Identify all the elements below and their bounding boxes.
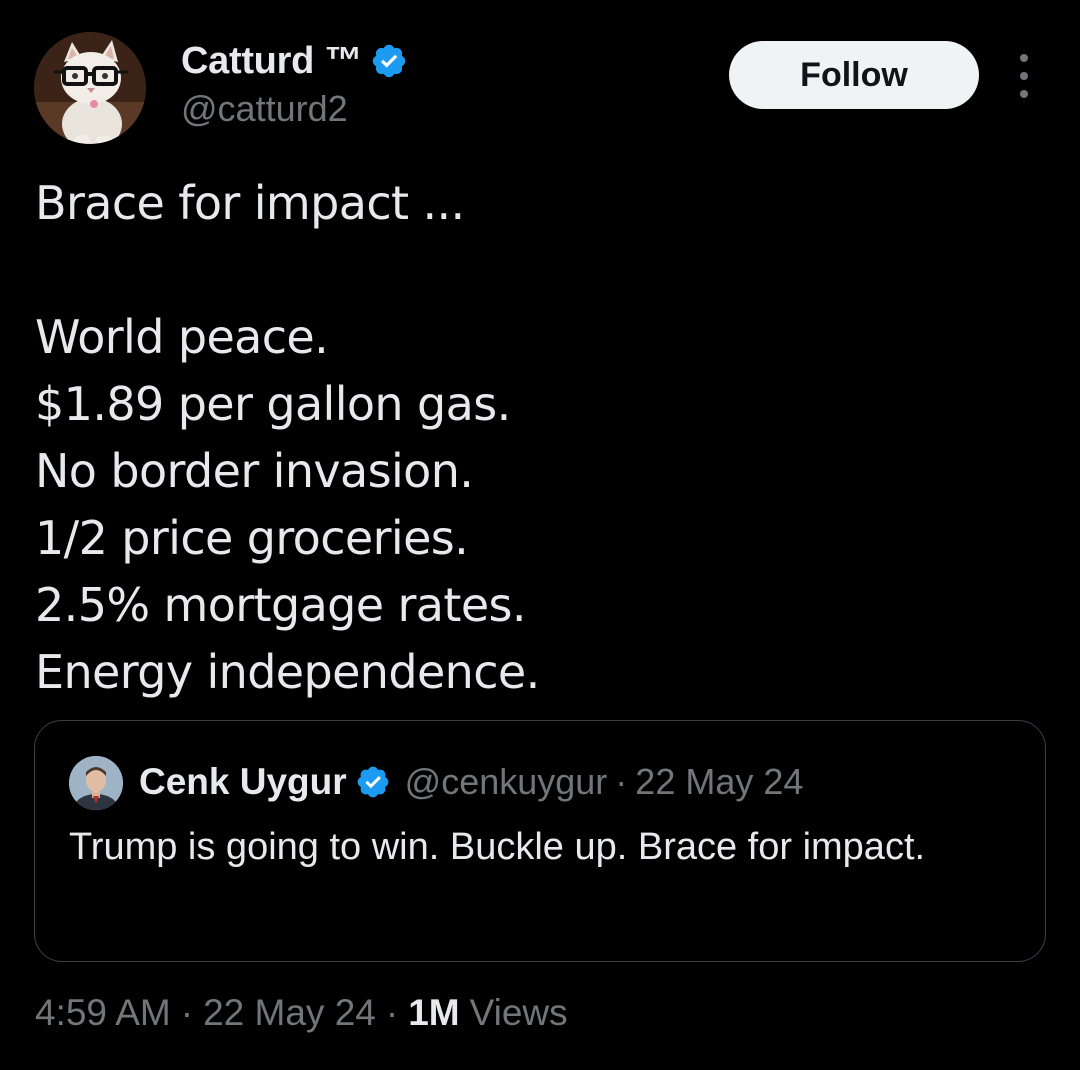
- tweet-line: $1.89 per gallon gas.: [35, 377, 511, 431]
- follow-button[interactable]: Follow: [729, 41, 979, 109]
- meta-separator: ·: [385, 992, 399, 1033]
- views-count: 1M: [408, 992, 460, 1033]
- meta-separator: ·: [615, 761, 628, 802]
- author-avatar[interactable]: [34, 32, 146, 144]
- tweet-line: Energy independence.: [35, 645, 540, 699]
- more-dot: [1020, 72, 1028, 80]
- cat-with-glasses-avatar-icon: [34, 32, 146, 144]
- person-avatar-icon: [69, 756, 123, 810]
- verified-badge-icon: [372, 44, 406, 78]
- author-handle[interactable]: @catturd2: [181, 88, 348, 130]
- tweet-text: Brace for impact ... World peace. $1.89 …: [35, 170, 1045, 706]
- more-options-icon[interactable]: [1004, 54, 1044, 98]
- meta-separator: ·: [180, 992, 194, 1033]
- tweet-time[interactable]: 4:59 AM: [35, 992, 171, 1034]
- quoted-author-name[interactable]: Cenk Uygur: [139, 761, 347, 803]
- tweet-line: No border invasion.: [35, 444, 474, 498]
- tweet-line: World peace.: [35, 310, 329, 364]
- more-dot: [1020, 90, 1028, 98]
- tweet-meta: 4:59 AM · 22 May 24 · 1M Views: [35, 988, 568, 1038]
- quoted-tweet-header: Cenk Uygur @cenkuygur · 22 May 24: [139, 757, 803, 807]
- author-name-row[interactable]: Catturd ™: [181, 38, 408, 84]
- quoted-author-avatar[interactable]: [69, 756, 123, 810]
- tweet-line: 2.5% mortgage rates.: [35, 578, 527, 632]
- more-dot: [1020, 54, 1028, 62]
- quoted-author-handle[interactable]: @cenkuygur: [405, 761, 608, 803]
- verified-badge-icon: [357, 766, 389, 798]
- quoted-tweet-card[interactable]: Cenk Uygur @cenkuygur · 22 May 24 Trump …: [34, 720, 1046, 962]
- quoted-tweet-text: Trump is going to win. Buckle up. Brace …: [69, 826, 926, 868]
- quoted-tweet-date[interactable]: 22 May 24: [635, 761, 803, 803]
- tweet-date[interactable]: 22 May 24: [203, 992, 376, 1034]
- views-label: Views: [469, 992, 568, 1033]
- author-display-name[interactable]: Catturd ™: [181, 40, 362, 83]
- tweet-line: Brace for impact ...: [35, 176, 465, 230]
- tweet-line: 1/2 price groceries.: [35, 511, 469, 565]
